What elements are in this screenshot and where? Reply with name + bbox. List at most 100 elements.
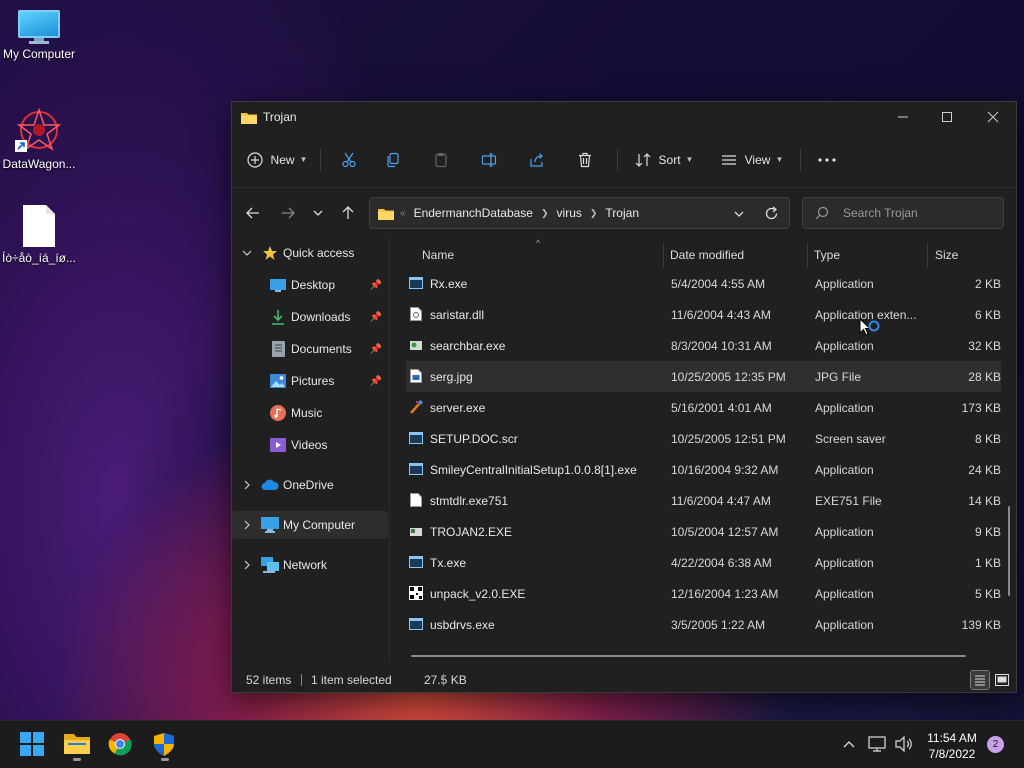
file-row[interactable]: SmileyCentralInitialSetup1.0.0.8[1].exe … — [406, 454, 1001, 485]
file-date: 11/6/2004 4:43 AM — [671, 307, 771, 322]
file-row[interactable]: server.exe 5/16/2001 4:01 AM Application… — [406, 392, 1001, 423]
file-size: 28 KB — [968, 369, 1001, 384]
window-title: Trojan — [263, 110, 297, 124]
new-button[interactable]: New ▼ — [242, 144, 312, 176]
file-row[interactable]: stmtdlr.exe751 11/6/2004 4:47 AM EXE751 … — [406, 485, 1001, 516]
clock[interactable]: 11:54 AM 7/8/2022 — [921, 730, 983, 762]
search-box[interactable]: Search Trojan — [802, 197, 1004, 229]
nav-item-pictures[interactable]: Pictures 📌 — [232, 367, 388, 395]
file-row[interactable]: Rx.exe 5/4/2004 4:55 AM Application 2 KB — [406, 268, 1001, 299]
running-indicator — [73, 758, 81, 761]
address-history-button[interactable] — [732, 207, 746, 224]
file-row[interactable]: TROJAN2.EXE 10/5/2004 12:57 AM Applicati… — [406, 516, 1001, 547]
file-row[interactable]: usbdrvs.exe 3/5/2005 1:22 AM Application… — [406, 609, 1001, 640]
file-row[interactable]: searchbar.exe 8/3/2004 10:31 AM Applicat… — [406, 330, 1001, 361]
desktop-icon-file[interactable]: Íò÷åò_íá_íø... — [0, 204, 78, 265]
nav-item-downloads[interactable]: Downloads 📌 — [232, 303, 388, 331]
nav-item-documents[interactable]: Documents 📌 — [232, 335, 388, 363]
nav-item-desktop[interactable]: Desktop 📌 — [232, 271, 388, 299]
document-icon — [272, 341, 285, 357]
back-button[interactable] — [245, 205, 261, 221]
more-options-button[interactable] — [809, 144, 845, 176]
screensaver-icon — [409, 432, 423, 444]
column-divider[interactable] — [807, 242, 808, 268]
arrow-up-icon — [342, 206, 354, 219]
folder-icon — [64, 734, 90, 754]
file-name: server.exe — [430, 400, 486, 415]
file-name: serg.jpg — [430, 369, 473, 384]
datawagon-shortcut-icon — [15, 107, 62, 152]
recent-locations-button[interactable] — [311, 206, 325, 220]
show-hidden-icons-button[interactable] — [842, 737, 856, 754]
share-button[interactable] — [513, 144, 561, 176]
file-explorer-taskbar-button[interactable] — [64, 732, 90, 761]
file-row[interactable]: SETUP.DOC.scr 10/25/2005 12:51 PM Screen… — [406, 423, 1001, 454]
breadcrumb-item[interactable]: EndermanchDatabase — [414, 206, 533, 220]
command-bar: New ▼ Sort ▼ View ▼ — [232, 132, 1016, 188]
up-button[interactable] — [340, 205, 356, 221]
nav-item-my-computer[interactable]: My Computer — [232, 511, 388, 539]
start-button[interactable] — [20, 732, 46, 758]
horizontal-scrollbar[interactable] — [411, 655, 966, 657]
file-row-selected[interactable]: serg.jpg 10/25/2005 12:35 PM JPG File 28… — [406, 361, 1001, 392]
address-bar[interactable]: « EndermanchDatabase ❯ virus ❯ Trojan — [369, 197, 790, 229]
breadcrumb-item[interactable]: Trojan — [605, 206, 639, 220]
file-row[interactable]: Tx.exe 4/22/2004 6:38 AM Application 1 K… — [406, 547, 1001, 578]
file-type: Application — [815, 555, 874, 570]
cut-button[interactable] — [329, 144, 369, 176]
plus-circle-icon — [246, 151, 263, 168]
trojan-app-icon — [410, 528, 422, 536]
security-taskbar-button[interactable] — [152, 732, 178, 761]
forward-button[interactable] — [280, 205, 296, 221]
chevron-down-icon — [242, 250, 252, 256]
minimize-button[interactable] — [880, 102, 926, 132]
nav-item-label: Network — [283, 558, 328, 572]
file-row[interactable]: saristar.dll 11/6/2004 4:43 AM Applicati… — [406, 299, 1001, 330]
desktop-icon-datawagon[interactable]: DataWagon... — [0, 106, 78, 171]
breadcrumb-separator-icon: ❯ — [589, 207, 598, 218]
chevron-down-icon — [313, 210, 323, 216]
column-divider[interactable] — [927, 242, 928, 268]
close-button[interactable] — [970, 102, 1016, 132]
breadcrumb-item[interactable]: virus — [557, 206, 582, 220]
nav-item-label: Downloads — [291, 310, 351, 324]
file-date: 8/3/2004 10:31 AM — [671, 338, 772, 353]
nav-item-music[interactable]: Music — [232, 399, 388, 427]
computer-icon — [261, 517, 279, 533]
paste-button[interactable] — [417, 144, 465, 176]
file-size: 9 KB — [974, 524, 1001, 539]
file-name: stmtdlr.exe751 — [430, 493, 509, 508]
nav-item-network[interactable]: Network — [232, 551, 388, 579]
refresh-button[interactable] — [764, 206, 779, 224]
file-row[interactable]: unpack_v2.0.EXE 12/16/2004 1:23 AM Appli… — [406, 578, 1001, 609]
chrome-taskbar-button[interactable] — [108, 732, 134, 758]
nav-item-videos[interactable]: Videos — [232, 431, 388, 459]
column-header-date[interactable]: Date modified — [670, 248, 744, 262]
speaker-icon — [895, 735, 912, 753]
clipboard-icon — [435, 152, 447, 167]
nav-item-label: Desktop — [291, 278, 336, 292]
column-divider[interactable] — [663, 242, 664, 268]
column-header-type[interactable]: Type — [814, 248, 840, 262]
rename-icon — [481, 152, 497, 167]
column-header-size[interactable]: Size — [935, 248, 958, 262]
desktop-icon-my-computer[interactable]: My Computer — [0, 10, 78, 61]
network-status-button[interactable] — [868, 735, 888, 756]
vertical-scrollbar[interactable] — [1008, 506, 1010, 596]
view-button[interactable]: View ▼ — [712, 144, 792, 176]
rename-button[interactable] — [465, 144, 513, 176]
column-header-name[interactable]: Name — [422, 248, 454, 262]
nav-item-onedrive[interactable]: OneDrive — [232, 471, 388, 499]
taskbar: 11:54 AM 7/8/2022 2 — [0, 720, 1024, 768]
status-divider — [301, 674, 302, 686]
nav-quick-access[interactable]: Quick access — [232, 239, 388, 267]
file-name: TROJAN2.EXE — [430, 524, 513, 539]
sort-button[interactable]: Sort ▼ — [626, 144, 702, 176]
maximize-button[interactable] — [924, 102, 970, 132]
volume-button[interactable] — [894, 735, 914, 756]
delete-button[interactable] — [561, 144, 609, 176]
details-view-button[interactable] — [970, 670, 990, 690]
large-icons-view-button[interactable] — [992, 670, 1012, 690]
notification-badge[interactable]: 2 — [987, 736, 1004, 753]
copy-button[interactable] — [369, 144, 417, 176]
